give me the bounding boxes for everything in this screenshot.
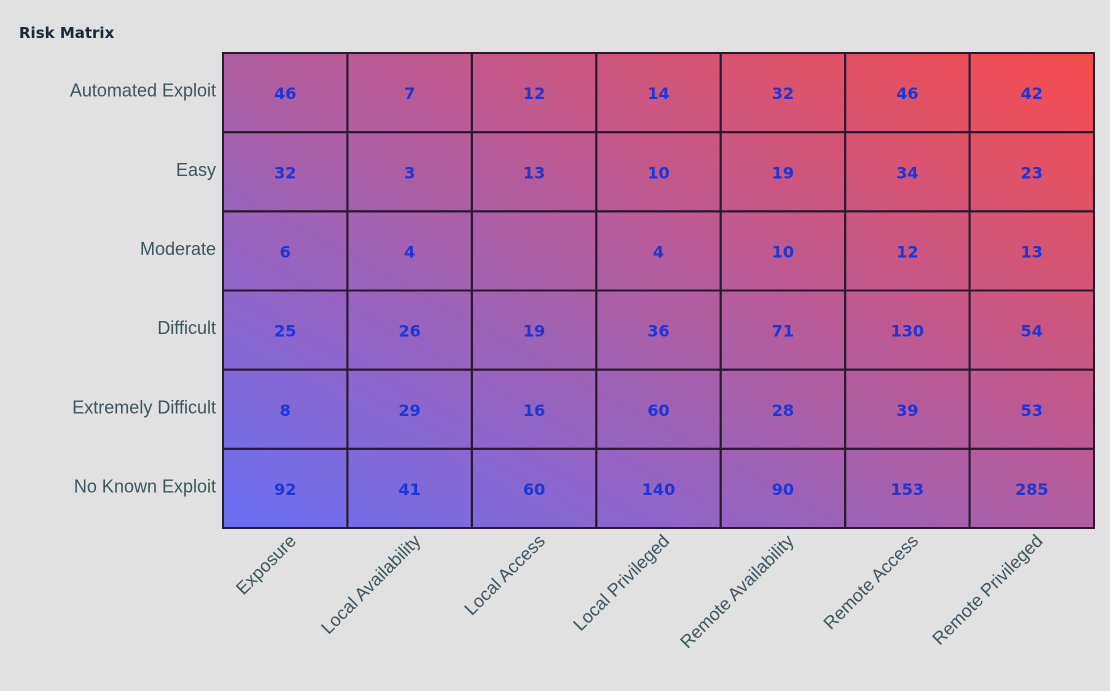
heatmap-cell: 34 bbox=[844, 131, 971, 213]
y-tick-label: No Known Exploit bbox=[74, 476, 216, 496]
cell-value-label: 54 bbox=[1021, 322, 1043, 341]
cell-value-label: 8 bbox=[280, 401, 291, 420]
heatmap-cell: 54 bbox=[968, 289, 1095, 371]
heatmap-cell: 19 bbox=[719, 131, 847, 213]
heatmap-cell: 71 bbox=[719, 289, 847, 371]
y-tick-label: Automated Exploit bbox=[70, 81, 216, 101]
heatmap-cell: 25 bbox=[222, 289, 349, 371]
heatmap-cell: 140 bbox=[595, 447, 722, 530]
cell-value-label: 46 bbox=[896, 84, 918, 103]
cell-value-label: 53 bbox=[1021, 401, 1043, 420]
heatmap-cell: 10 bbox=[595, 131, 722, 213]
cell-value-label: 23 bbox=[1021, 163, 1043, 182]
y-tick-label: Extremely Difficult bbox=[72, 397, 216, 417]
heatmap-cell: 12 bbox=[470, 52, 598, 134]
heatmap-cell: 16 bbox=[470, 368, 598, 450]
x-tick-label: Remote Access bbox=[820, 531, 923, 634]
cell-value-label: 46 bbox=[274, 84, 296, 103]
cell-value-label: 3 bbox=[404, 163, 415, 182]
y-tick-label: Difficult bbox=[157, 318, 216, 338]
heatmap-cell: 14 bbox=[595, 52, 722, 134]
heatmap-cell: 4 bbox=[595, 210, 722, 292]
heatmap-cell: 153 bbox=[844, 447, 971, 530]
x-tick-label: Exposure bbox=[232, 531, 300, 599]
heatmap-cell bbox=[470, 210, 598, 292]
heatmap-cell: 13 bbox=[968, 210, 1095, 292]
heatmap-cell: 19 bbox=[470, 289, 598, 371]
cell-value-label: 36 bbox=[647, 322, 669, 341]
cell-value-label: 60 bbox=[647, 401, 669, 420]
cell-border bbox=[470, 210, 598, 292]
cell-value-label: 34 bbox=[896, 163, 918, 182]
heatmap-cell: 39 bbox=[844, 368, 971, 450]
cell-value-label: 10 bbox=[647, 163, 669, 182]
cell-value-label: 153 bbox=[891, 480, 924, 499]
cell-value-label: 25 bbox=[274, 322, 296, 341]
cell-value-label: 140 bbox=[642, 480, 675, 499]
x-tick-label: Local Privileged bbox=[569, 531, 673, 635]
x-tick-label: Local Availability bbox=[317, 531, 424, 638]
heatmap-cell: 32 bbox=[222, 131, 349, 213]
cell-value-label: 6 bbox=[280, 242, 291, 261]
heatmap-cell: 41 bbox=[346, 447, 473, 530]
heatmap-cell: 10 bbox=[719, 210, 847, 292]
cell-value-label: 32 bbox=[772, 84, 794, 103]
heatmap-cell: 7 bbox=[346, 52, 473, 134]
y-tick-label: Moderate bbox=[140, 239, 216, 259]
cell-value-label: 130 bbox=[891, 322, 924, 341]
heatmap-cell: 26 bbox=[346, 289, 473, 371]
heatmap-cell: 42 bbox=[968, 52, 1095, 134]
cell-value-label: 28 bbox=[772, 401, 794, 420]
heatmap-cell: 53 bbox=[968, 368, 1095, 450]
cell-value-label: 16 bbox=[523, 401, 545, 420]
cell-value-label: 29 bbox=[399, 401, 421, 420]
cell-value-label: 42 bbox=[1021, 84, 1043, 103]
cell-value-label: 26 bbox=[399, 322, 421, 341]
heatmap-cell: 32 bbox=[719, 52, 847, 134]
cell-value-label: 285 bbox=[1015, 480, 1048, 499]
heatmap-cell: 12 bbox=[844, 210, 971, 292]
cell-value-label: 41 bbox=[399, 480, 421, 499]
cell-value-label: 12 bbox=[896, 242, 918, 261]
cell-value-label: 92 bbox=[274, 480, 296, 499]
heatmap-cell: 13 bbox=[470, 131, 598, 213]
cell-value-label: 10 bbox=[772, 242, 794, 261]
heatmap-cell: 36 bbox=[595, 289, 722, 371]
cell-value-label: 13 bbox=[1021, 242, 1043, 261]
heatmap-cell: 285 bbox=[968, 447, 1095, 530]
risk-matrix-heatmap: 46 7 12 14 32 46 42 32 3 13 10 19 34 23 6 4 4 10 12 13 25 26 1… bbox=[70, 52, 1095, 652]
heatmap-cell: 8 bbox=[222, 368, 349, 450]
cell-value-label: 7 bbox=[404, 84, 415, 103]
heatmap-cell: 6 bbox=[222, 210, 349, 292]
heatmap-cell: 130 bbox=[844, 289, 971, 371]
cell-value-label: 4 bbox=[404, 242, 415, 261]
cell-value-label: 19 bbox=[772, 163, 794, 182]
heatmap-cell: 92 bbox=[222, 447, 349, 530]
cell-value-label: 39 bbox=[896, 401, 918, 420]
heatmap-cell: 46 bbox=[844, 52, 971, 134]
heatmap-cell: 4 bbox=[346, 210, 473, 292]
y-tick-label: Easy bbox=[176, 160, 216, 180]
heatmap-cell: 46 bbox=[222, 52, 349, 134]
x-tick-label: Local Access bbox=[460, 531, 548, 619]
x-tick-label: Remote Availability bbox=[676, 531, 797, 652]
cell-value-label: 90 bbox=[772, 480, 794, 499]
cell-value-label: 32 bbox=[274, 163, 296, 182]
heatmap-cell: 90 bbox=[719, 447, 847, 530]
heatmap-cell: 60 bbox=[595, 368, 722, 450]
cell-value-label: 14 bbox=[647, 84, 669, 103]
heatmap-cell: 29 bbox=[346, 368, 473, 450]
heatmap-cell: 23 bbox=[968, 131, 1095, 213]
cell-value-label: 60 bbox=[523, 480, 545, 499]
cell-value-label: 13 bbox=[523, 163, 545, 182]
heatmap-cell: 28 bbox=[719, 368, 847, 450]
x-tick-label: Remote Privileged bbox=[928, 531, 1046, 649]
cell-value-label: 12 bbox=[523, 84, 545, 103]
cell-value-label: 71 bbox=[772, 322, 794, 341]
heatmap-cell: 3 bbox=[346, 131, 473, 213]
cell-value-label: 4 bbox=[653, 242, 664, 261]
heatmap-cell: 60 bbox=[470, 447, 598, 530]
cell-value-label: 19 bbox=[523, 322, 545, 341]
